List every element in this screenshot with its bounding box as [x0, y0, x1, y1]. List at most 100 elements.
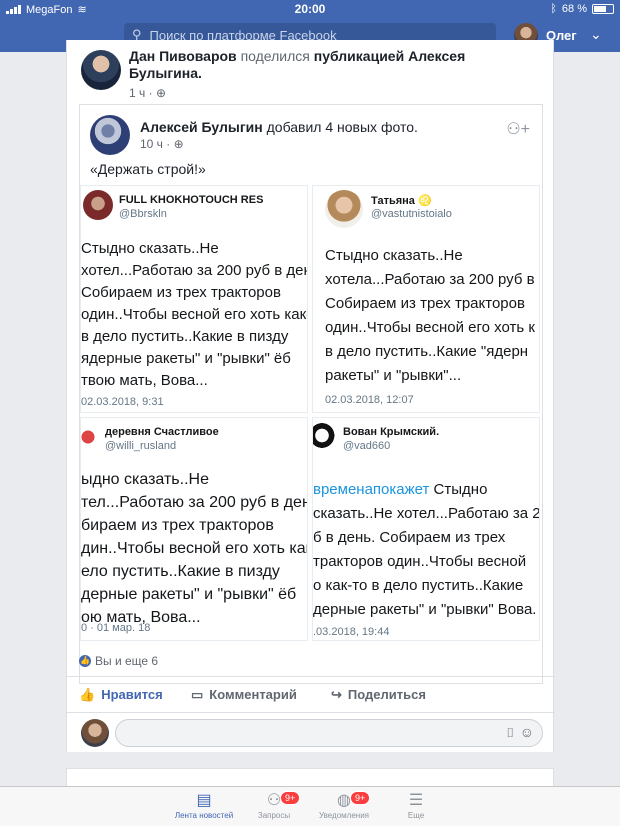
- tweet-line: временапокажет Стыдно: [313, 478, 539, 502]
- menu-icon: ☰: [408, 792, 424, 809]
- tweet-date: 02.03.2018, 9:31: [81, 396, 164, 408]
- tweet-line: хотела...Работаю за 200 руб в: [325, 271, 535, 288]
- post-time[interactable]: 1 ч: [129, 86, 145, 100]
- thumbs-up-icon: 👍: [79, 686, 96, 702]
- share-button[interactable]: ↪ Поделиться: [331, 687, 426, 703]
- battery-percent: 68 %: [561, 3, 587, 15]
- emoji-icon[interactable]: ☺: [520, 724, 534, 740]
- tweet-line: тракторов один..Чтобы весной: [313, 553, 527, 570]
- add-friend-icon[interactable]: ⚇+: [506, 119, 530, 139]
- tweet-avatar: [325, 190, 363, 228]
- tweet-author: деревня Счастливое: [105, 426, 219, 438]
- original-meta: 10 ч · ⊕: [140, 137, 184, 151]
- news-feed-icon: ▤: [196, 792, 212, 809]
- tweet-avatar: [83, 190, 113, 220]
- status-bar: MegaFon ≋ 20:00 ᛒ 68 %: [0, 0, 620, 18]
- tweet-handle: @vad660: [343, 440, 391, 452]
- tweet-line: бираем из трех тракторов: [81, 517, 274, 534]
- tab-friend-requests[interactable]: ⚇ 9+ Запросы: [234, 791, 314, 820]
- tweet-text: Стыдно сказать..Не хотел...Работаю за 20…: [81, 238, 308, 392]
- tweet-text: Стыдно сказать..Не хотела...Работаю за 2…: [325, 244, 535, 388]
- hashtag-link[interactable]: временапокажет: [313, 481, 429, 498]
- chevron-down-icon[interactable]: ⌄: [590, 26, 602, 43]
- tweet-author: Татьяна ♌: [371, 195, 432, 207]
- sharer-avatar[interactable]: [81, 50, 121, 90]
- photo-tweet-1[interactable]: FULL KHOKHOTOUCH RES @Bbrskln Стыдно ска…: [80, 185, 308, 413]
- notifications-badge: 9+: [350, 791, 371, 805]
- comment-label: Комментарий: [209, 687, 297, 702]
- like-label: Нравится: [101, 687, 163, 702]
- sharer-name[interactable]: Дан Пивоваров: [129, 48, 237, 64]
- tweet-line: Стыдно сказать..Не: [325, 247, 463, 264]
- shared-post: Алексей Булыгин добавил 4 новых фото. 10…: [79, 104, 543, 684]
- tweet-date: 02.03.2018, 12:07: [325, 394, 414, 406]
- tab-label: Запросы: [257, 811, 291, 820]
- photo-tweet-4[interactable]: Вован Крымский. @vad660 временапокажет С…: [312, 417, 540, 641]
- tab-more[interactable]: ☰ Еще: [376, 791, 456, 820]
- status-time: 20:00: [294, 2, 326, 16]
- photo-tweet-3[interactable]: деревня Счастливое @willi_rusland ыдно с…: [80, 417, 308, 641]
- tweet-line: о как-то в дело пустить..Какие: [313, 577, 524, 594]
- battery-icon: [592, 4, 614, 14]
- tweet-line: б в день. Собираем из трех: [313, 529, 506, 546]
- original-time[interactable]: 10 ч: [140, 137, 163, 151]
- friend-requests-icon: ⚇: [266, 792, 282, 809]
- tab-label: Уведомления: [318, 811, 370, 820]
- tweet-handle: @willi_rusland: [105, 440, 177, 452]
- comment-input[interactable]: ⌷ ☺: [115, 719, 543, 747]
- share-icon: ↪: [331, 686, 342, 702]
- tweet-line: один..Чтобы весной его хоть к: [325, 319, 535, 336]
- share-action: поделился: [240, 48, 310, 64]
- post-header-text: Дан Пивоваров поделился публикацией Алек…: [129, 48, 466, 81]
- comment-icon: ▭: [191, 686, 204, 702]
- tweet-author: FULL KHOKHOTOUCH RES: [119, 194, 264, 206]
- post-caption: «Держать строй!»: [90, 161, 206, 177]
- bluetooth-icon: ᛒ: [550, 3, 557, 15]
- tweet-date: 0 · 01 мар. 18: [81, 622, 151, 634]
- like-reaction-icon: 👍: [79, 655, 91, 667]
- tweet-line: Собираем из трех тракторов: [325, 295, 525, 312]
- tab-news-feed[interactable]: ▤ Лента новостей: [164, 791, 244, 820]
- comment-composer: ⌷ ☺: [67, 712, 555, 752]
- notifications-icon: ◍: [337, 792, 351, 809]
- original-author[interactable]: Алексей Булыгин: [140, 119, 263, 135]
- tweet-text: временапокажет Стыдно сказать..Не хотел.…: [313, 478, 539, 622]
- tweet-line: тел...Работаю за 200 руб в ден: [81, 494, 308, 511]
- tweet-line-rest: Стыдно: [429, 481, 488, 498]
- tweet-line: дерные ракеты" и "рывки" ёб: [81, 586, 297, 603]
- avatar: [81, 719, 109, 747]
- tweet-line: Стыдно сказать..Не: [81, 240, 219, 257]
- tweet-line: ядерные ракеты" и "рывки" ёб: [81, 350, 291, 367]
- tweet-line: дин..Чтобы весной его хоть как: [81, 540, 308, 557]
- globe-icon: ⊕: [155, 86, 166, 100]
- tweet-line: хотел...Работаю за 200 руб в день.: [81, 262, 308, 279]
- tab-label: Еще: [407, 811, 425, 820]
- tweet-handle: @vastutnistoialo: [371, 208, 452, 220]
- tweet-author: Вован Крымский.: [343, 426, 440, 438]
- reactions-summary[interactable]: 👍 Вы и еще 6: [79, 654, 158, 668]
- original-action: добавил 4 новых фото.: [266, 119, 418, 135]
- tweet-line: ыдно сказать..Не: [81, 471, 209, 488]
- tweet-line: в дело пустить..Какие в пизду: [81, 328, 289, 345]
- tweet-avatar: [313, 422, 337, 452]
- globe-icon: ⊕: [173, 137, 184, 151]
- reactions-count: Вы и еще 6: [95, 654, 159, 668]
- comment-button[interactable]: ▭ Комментарий: [191, 687, 297, 703]
- tweet-line: в дело пустить..Какие "ядерн: [325, 343, 529, 360]
- tweet-handle: @Bbrskln: [119, 208, 167, 220]
- author-avatar[interactable]: [90, 115, 130, 155]
- tweet-line: Собираем из трех тракторов: [81, 284, 281, 301]
- camera-icon[interactable]: ⌷: [506, 725, 514, 741]
- photo-tweet-2[interactable]: Татьяна ♌ @vastutnistoialo Стыдно сказат…: [312, 185, 540, 413]
- tweet-line: ракеты" и "рывки"...: [325, 367, 462, 384]
- bottom-tab-bar: ▤ Лента новостей ⚇ 9+ Запросы ◍ 9+ Уведо…: [0, 786, 620, 826]
- tab-label: Лента новостей: [174, 811, 234, 820]
- share-label: Поделиться: [347, 687, 426, 702]
- post-card: Дан Пивоваров поделился публикацией Алек…: [66, 40, 555, 752]
- tweet-date: .03.2018, 19:44: [313, 626, 390, 638]
- tweet-text: ыдно сказать..Не тел...Работаю за 200 ру…: [81, 468, 308, 629]
- tweet-line: твою мать, Вова...: [81, 372, 208, 389]
- tweet-line: дерные ракеты" и "рывки" Вова.: [313, 601, 537, 618]
- like-button[interactable]: 👍 Нравится: [79, 687, 163, 703]
- tab-notifications[interactable]: ◍ 9+ Уведомления: [304, 791, 384, 820]
